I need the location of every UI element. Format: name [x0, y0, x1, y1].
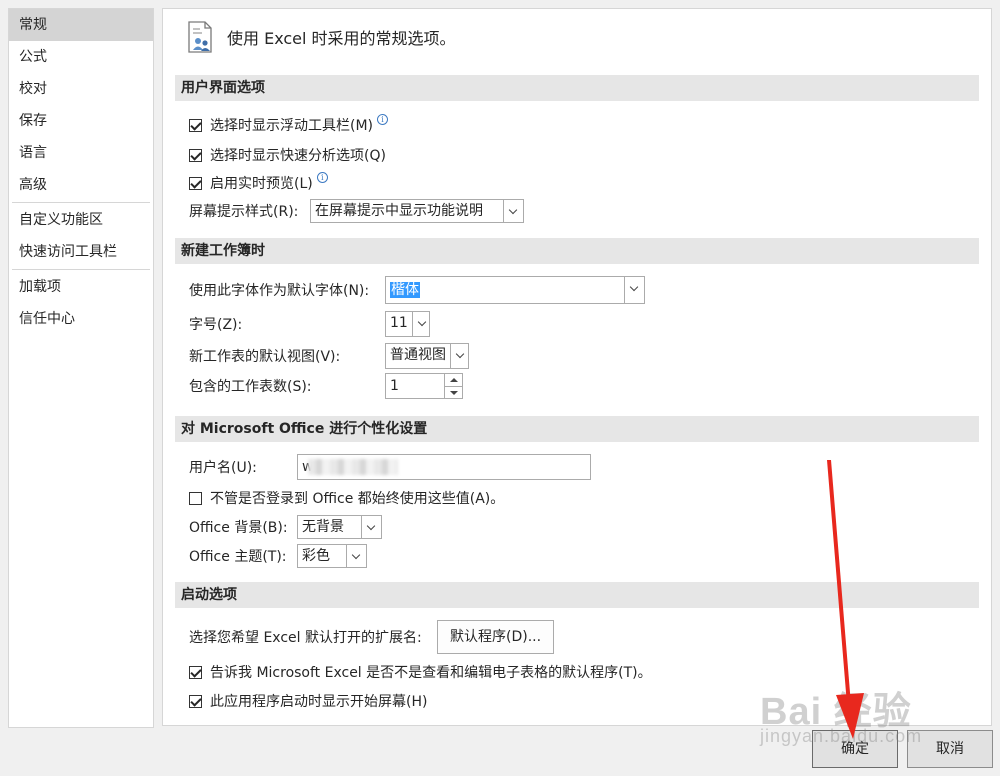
office-background-row: Office 背景(B): 无背景 — [189, 515, 382, 539]
mini-toolbar-checkbox[interactable] — [189, 118, 202, 132]
panel-header: 使用 Excel 时采用的常规选项。 — [187, 19, 456, 55]
sidebar-item-trust-center[interactable]: 信任中心 — [9, 303, 153, 335]
show-start-screen-label: 此应用程序启动时显示开始屏幕(H) — [210, 694, 428, 710]
show-start-screen-option[interactable]: 此应用程序启动时显示开始屏幕(H) — [189, 691, 427, 711]
default-programs-button[interactable]: 默认程序(D)... — [437, 620, 555, 654]
office-background-value: 无背景 — [302, 519, 344, 535]
default-font-label: 使用此字体作为默认字体(N): — [189, 283, 370, 299]
sidebar-item-proofing[interactable]: 校对 — [9, 73, 153, 105]
section-header-startup: 启动选项 — [175, 582, 979, 608]
tell-me-default-option[interactable]: 告诉我 Microsoft Excel 是否不是查看和编辑电子表格的默认程序(T… — [189, 662, 652, 682]
options-sidebar: 常规 公式 校对 保存 语言 高级 自定义功能区 快速访问工具栏 加载项 信任中… — [8, 8, 154, 728]
default-font-row: 使用此字体作为默认字体(N): 楷体 — [189, 276, 645, 304]
quick-analysis-checkbox[interactable] — [189, 148, 202, 162]
username-label: 用户名(U): — [189, 460, 257, 476]
always-use-values-label: 不管是否登录到 Office 都始终使用这些值(A)。 — [210, 491, 505, 507]
sheet-count-value: 1 — [390, 378, 399, 394]
office-background-select[interactable]: 无背景 — [297, 515, 382, 539]
sidebar-item-advanced[interactable]: 高级 — [9, 169, 153, 201]
default-view-label: 新工作表的默认视图(V): — [189, 349, 341, 365]
office-theme-row: Office 主题(T): 彩色 — [189, 544, 367, 568]
default-view-select[interactable]: 普通视图 — [385, 343, 469, 369]
general-options-icon — [187, 20, 215, 54]
sidebar-item-general[interactable]: 常规 — [9, 9, 153, 41]
redacted-mask — [308, 459, 398, 475]
general-options-panel: 使用 Excel 时采用的常规选项。 用户界面选项 选择时显示浮动工具栏(M) … — [162, 8, 992, 726]
sidebar-item-customize-ribbon[interactable]: 自定义功能区 — [9, 204, 153, 236]
default-extension-row: 选择您希望 Excel 默认打开的扩展名: 默认程序(D)... — [189, 620, 555, 654]
office-theme-value: 彩色 — [302, 548, 330, 564]
mini-toolbar-label: 选择时显示浮动工具栏(M) — [210, 118, 374, 134]
office-theme-label: Office 主题(T): — [189, 549, 287, 565]
chevron-down-icon[interactable] — [411, 312, 432, 336]
office-theme-select[interactable]: 彩色 — [297, 544, 367, 568]
chevron-down-icon[interactable] — [450, 344, 470, 368]
sheet-count-label: 包含的工作表数(S): — [189, 379, 312, 395]
sidebar-divider — [12, 269, 150, 270]
live-preview-checkbox[interactable] — [189, 176, 202, 190]
chevron-down-icon[interactable] — [346, 545, 366, 567]
sidebar-item-save[interactable]: 保存 — [9, 105, 153, 137]
font-size-row: 字号(Z): 11 — [189, 311, 430, 337]
live-preview-label: 启用实时预览(L) — [210, 176, 313, 192]
quick-analysis-option[interactable]: 选择时显示快速分析选项(Q) — [189, 145, 386, 165]
font-size-label: 字号(Z): — [189, 317, 243, 333]
default-font-value: 楷体 — [390, 282, 420, 298]
screentip-style-row: 屏幕提示样式(R): 在屏幕提示中显示功能说明 — [189, 199, 524, 223]
chevron-down-icon[interactable] — [624, 277, 644, 303]
info-icon[interactable]: i — [377, 113, 389, 125]
sidebar-divider — [12, 202, 150, 203]
live-preview-option[interactable]: 启用实时预览(L) i — [189, 171, 328, 193]
username-input[interactable]: w — [297, 454, 591, 480]
info-icon[interactable]: i — [316, 171, 328, 183]
always-use-values-checkbox[interactable] — [189, 491, 202, 505]
sheet-count-row: 包含的工作表数(S): 1 — [189, 373, 463, 399]
office-background-label: Office 背景(B): — [189, 520, 288, 536]
tell-me-default-checkbox[interactable] — [189, 665, 202, 679]
chevron-down-icon[interactable] — [361, 516, 381, 538]
spin-down-icon[interactable] — [445, 387, 462, 399]
screentip-style-label: 屏幕提示样式(R): — [189, 204, 299, 220]
section-header-new-workbook: 新建工作簿时 — [175, 238, 979, 264]
sidebar-item-language[interactable]: 语言 — [9, 137, 153, 169]
chevron-down-icon[interactable] — [503, 200, 523, 222]
ok-button[interactable]: 确定 — [812, 730, 898, 768]
username-row: 用户名(U): w — [189, 454, 591, 480]
sheet-count-spinner[interactable]: 1 — [385, 373, 463, 399]
font-size-select[interactable]: 11 — [385, 311, 430, 337]
default-view-value: 普通视图 — [390, 347, 446, 363]
mini-toolbar-option[interactable]: 选择时显示浮动工具栏(M) i — [189, 113, 389, 135]
show-start-screen-checkbox[interactable] — [189, 694, 202, 708]
screentip-style-value: 在屏幕提示中显示功能说明 — [315, 203, 483, 219]
sidebar-item-formulas[interactable]: 公式 — [9, 41, 153, 73]
always-use-values-option[interactable]: 不管是否登录到 Office 都始终使用这些值(A)。 — [189, 488, 504, 508]
section-header-personalize: 对 Microsoft Office 进行个性化设置 — [175, 416, 979, 442]
default-font-select[interactable]: 楷体 — [385, 276, 645, 304]
tell-me-default-label: 告诉我 Microsoft Excel 是否不是查看和编辑电子表格的默认程序(T… — [210, 665, 652, 681]
sidebar-item-add-ins[interactable]: 加载项 — [9, 271, 153, 303]
default-extension-label: 选择您希望 Excel 默认打开的扩展名: — [189, 630, 422, 646]
section-header-ui-options: 用户界面选项 — [175, 75, 979, 101]
screentip-style-select[interactable]: 在屏幕提示中显示功能说明 — [310, 199, 524, 223]
font-size-value: 11 — [390, 315, 408, 331]
quick-analysis-label: 选择时显示快速分析选项(Q) — [210, 148, 386, 164]
cancel-button[interactable]: 取消 — [907, 730, 993, 768]
sidebar-item-quick-access-toolbar[interactable]: 快速访问工具栏 — [9, 236, 153, 268]
page-title: 使用 Excel 时采用的常规选项。 — [227, 29, 456, 48]
default-view-row: 新工作表的默认视图(V): 普通视图 — [189, 343, 469, 369]
spin-up-icon[interactable] — [445, 374, 462, 387]
